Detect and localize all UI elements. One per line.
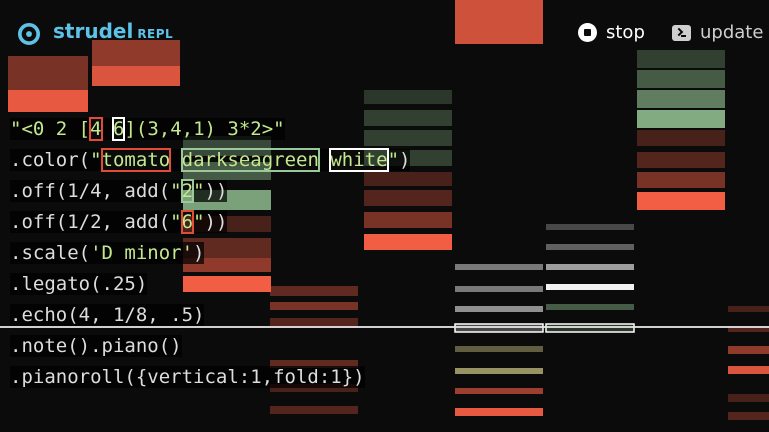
code-token: ))	[204, 211, 228, 233]
pianoroll-note	[455, 346, 543, 352]
terminal-icon	[672, 24, 691, 41]
pianoroll-note	[728, 306, 769, 312]
code-token: .echo(4, 1/8, .5)	[10, 304, 205, 326]
pianoroll-note	[92, 66, 180, 86]
app-title-text: strudel	[53, 19, 134, 43]
repl-stage: strudel REPL stop update "<0 2 [4 6](3,4,…	[0, 0, 769, 432]
pianoroll-note	[455, 264, 543, 270]
code-line[interactable]: .off(1/4, add("2"))	[10, 176, 410, 207]
code-token: "	[170, 180, 182, 202]
code-token: .pianoroll({vertical:1,fold:1})	[10, 366, 365, 388]
stop-button-label: stop	[606, 22, 645, 43]
pianoroll-note	[637, 110, 725, 128]
update-button-label: update	[700, 22, 764, 43]
code-token: .note().piano()	[10, 335, 182, 357]
code-token	[101, 118, 113, 140]
app-subtitle: REPL	[137, 27, 174, 41]
pianoroll-note	[728, 366, 769, 374]
code-token	[170, 149, 182, 171]
code-token: ))	[204, 180, 228, 202]
update-button[interactable]: update	[672, 22, 763, 43]
pianoroll-note	[8, 56, 88, 90]
pianoroll-note	[455, 388, 543, 394]
app-title: strudel REPL	[53, 19, 173, 43]
code-token: .scale(	[10, 242, 91, 264]
code-token: )	[399, 149, 411, 171]
code-token: "<0 2 [	[10, 118, 91, 140]
pianoroll-note	[546, 264, 634, 270]
pianoroll-note	[455, 286, 543, 292]
code-token: "	[193, 211, 205, 233]
highlighted-token: 6	[111, 117, 126, 141]
pianoroll-note	[455, 368, 543, 374]
pianoroll-note	[728, 346, 769, 354]
code-token: "	[90, 149, 102, 171]
code-line[interactable]: .pianoroll({vertical:1,fold:1})	[10, 362, 410, 393]
pianoroll-note	[455, 408, 543, 416]
code-line[interactable]: .off(1/2, add("6"))	[10, 207, 410, 238]
code-token	[318, 149, 331, 171]
code-token: .off(1/4, add(	[10, 180, 171, 202]
strudel-logo-icon	[18, 23, 40, 45]
pianoroll-note	[270, 406, 358, 414]
pianoroll-note	[728, 412, 769, 420]
code-line[interactable]: .echo(4, 1/8, .5)	[10, 300, 410, 331]
pianoroll-note	[728, 394, 769, 402]
pianoroll-note	[637, 192, 725, 210]
pianoroll-note	[546, 224, 634, 230]
highlighted-token: 2	[180, 179, 195, 203]
code-line[interactable]: .scale('D minor')	[10, 238, 410, 269]
pianoroll-note	[546, 244, 634, 250]
stop-button[interactable]: stop	[578, 22, 645, 43]
pianoroll-note	[364, 90, 452, 104]
highlighted-token: 4	[89, 117, 103, 141]
pianoroll-note	[637, 50, 725, 68]
pianoroll-note	[637, 90, 725, 108]
pianoroll-note	[637, 130, 725, 146]
pianoroll-note	[455, 306, 543, 312]
pianoroll-note	[637, 172, 725, 188]
code-token: .legato(.25)	[10, 273, 148, 295]
pianoroll-note	[546, 284, 634, 290]
pianoroll-note	[637, 152, 725, 168]
pianoroll-note	[637, 70, 725, 88]
code-token: )	[193, 242, 205, 264]
code-line[interactable]: .note().piano()	[10, 331, 410, 362]
pianoroll-note	[8, 90, 88, 112]
stop-icon	[578, 23, 597, 42]
highlighted-token: white	[329, 148, 389, 172]
code-line[interactable]: .legato(.25)	[10, 269, 410, 300]
code-token: "	[170, 211, 182, 233]
highlighted-token: 6	[180, 210, 195, 234]
highlighted-token: darkseagreen	[180, 148, 320, 172]
code-token: "	[387, 149, 400, 171]
code-editor[interactable]: "<0 2 [4 6](3,4,1) 3*2>" .color("tomato d…	[10, 114, 411, 393]
code-token: 'D minor'	[90, 242, 194, 264]
code-token: .color(	[10, 149, 91, 171]
code-token: .off(1/2, add(	[10, 211, 171, 233]
code-line[interactable]: .color("tomato darkseagreen white")	[10, 145, 411, 176]
pianoroll-note	[546, 304, 634, 310]
code-token: ](3,4,1) 3*2>"	[124, 118, 285, 140]
header-bar: strudel REPL stop update	[0, 0, 769, 50]
highlighted-token: tomato	[100, 148, 172, 172]
code-line[interactable]: "<0 2 [4 6](3,4,1) 3*2>"	[10, 114, 410, 145]
code-token: "	[193, 180, 205, 202]
